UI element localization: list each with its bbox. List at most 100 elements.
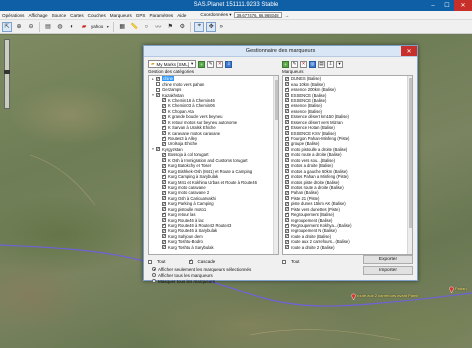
mark-label: eau 10km (Balise) — [291, 81, 325, 87]
mark-label: moto pistoulle a droite (Balise) — [291, 146, 348, 152]
maximize-button[interactable]: ☐ — [440, 0, 454, 11]
satellite-icon[interactable]: ◐ — [67, 22, 77, 32]
flag-icon[interactable]: ▰ — [79, 22, 89, 32]
coordinates-dropdown[interactable]: Coordonnées ▾ — [200, 12, 231, 18]
category-checkbox[interactable] — [156, 146, 160, 152]
coordinates-value[interactable]: 39.677476, 66.969348 — [233, 12, 282, 18]
edit-category-icon[interactable]: ✎ — [207, 60, 215, 68]
radio-hide-all[interactable]: Masquer tous les marqueurs — [144, 278, 314, 284]
globe-icon[interactable]: ◍ — [55, 22, 65, 32]
bookmark-icon[interactable]: ⚑ — [165, 22, 175, 32]
menu-source[interactable]: Source — [52, 13, 67, 18]
radio-button[interactable] — [152, 279, 156, 283]
map-marker-icon[interactable] — [351, 293, 356, 300]
tree-expander-icon[interactable]: ▾ — [151, 93, 155, 97]
menu-cartes[interactable]: Cartes — [70, 13, 84, 18]
category-file-combo[interactable]: ▰ My Marks [SML] ▾ — [148, 60, 197, 68]
menu-affichage[interactable]: Affichage — [28, 13, 47, 18]
category-label: K caravane motos caravane — [168, 130, 221, 136]
minimize-button[interactable]: – — [426, 0, 440, 11]
filter-icon[interactable]: ▾ — [336, 60, 343, 68]
menu-aide[interactable]: Aide — [177, 13, 186, 18]
category-label: chine — [162, 76, 175, 82]
delete-mark-icon[interactable]: ✕ — [300, 60, 307, 68]
dropdown-icon[interactable]: ▾ — [105, 22, 110, 32]
mark-label: Piste vers dunettes (Piste) — [291, 206, 340, 212]
mark-label: motos piste droite (Balise) — [291, 179, 340, 185]
categories-scrollbar[interactable] — [273, 76, 278, 254]
category-tree-item[interactable]: Kurg Toshtu à Sarybulak — [149, 244, 278, 250]
add-category-icon[interactable]: + — [198, 60, 206, 68]
zoom-in-icon[interactable]: ⊕ — [14, 22, 24, 32]
menu-operations[interactable]: Opérations — [2, 13, 24, 18]
window-title: SAS.Planet 151111.9233 Stable — [193, 2, 279, 8]
menu-marqueurs[interactable]: Marqueurs — [110, 13, 132, 18]
categories-tree[interactable]: ▸chinechine moto vers pahanGerzamps▾Kaza… — [148, 75, 279, 255]
map-source-label[interactable]: yahoo — [91, 24, 103, 29]
marks-all-checkbox[interactable] — [282, 259, 286, 264]
mark-label: Regroupement Kokhya...(Balise) — [291, 223, 352, 229]
grid-icon[interactable]: ▦ — [117, 22, 127, 32]
marks-footer: Tout — [282, 258, 300, 265]
cascade-checkbox[interactable] — [188, 258, 193, 264]
category-label: chine moto vers pahan — [162, 81, 205, 87]
category-label: Kurg Toshtu à Sarybulak — [168, 244, 214, 250]
folder-icon: ▰ — [151, 61, 155, 66]
layers-icon[interactable]: ▤ — [43, 22, 53, 32]
goto-mark-icon[interactable]: ◎ — [309, 60, 316, 68]
more-icon[interactable]: » — [218, 22, 224, 32]
categories-footer: Tout Cascade — [148, 258, 215, 265]
zoom-slider-knob[interactable] — [4, 70, 10, 74]
gps-track-icon[interactable]: ✥ — [206, 21, 217, 32]
menu-gps[interactable]: GPS — [136, 13, 146, 18]
mark-list-item[interactable]: route a droite 2 (Balise) — [283, 244, 412, 250]
mark-label: essence (Balise) — [291, 103, 322, 109]
category-label: Kurg Toshtu-Bodro — [168, 239, 203, 245]
export-button[interactable]: Exporter — [363, 255, 413, 264]
map-marker-icon[interactable] — [449, 286, 454, 293]
circle-icon[interactable]: ○ — [141, 22, 151, 32]
category-checkbox[interactable] — [162, 244, 166, 250]
category-checkbox[interactable] — [156, 76, 160, 82]
category-label: Urolsoja Ehiche — [168, 141, 198, 147]
go-to-icon[interactable]: → — [284, 12, 291, 19]
category-label: K Chopan Ata — [168, 108, 194, 114]
mark-label: essence (Balise) — [291, 108, 322, 114]
export-category-icon[interactable]: ⇩ — [225, 60, 233, 68]
dialog-close-button[interactable]: ✕ — [401, 46, 417, 56]
category-checkbox[interactable] — [156, 92, 160, 98]
menu-parametres[interactable]: Paramètres — [149, 13, 173, 18]
radio-button[interactable] — [152, 273, 156, 277]
display-mode-group: Afficher seulement les marqueurs sélecti… — [144, 266, 314, 284]
categories-all-checkbox[interactable] — [148, 259, 152, 264]
import-button[interactable]: Importer — [363, 266, 413, 275]
tree-expander-icon[interactable]: ▸ — [151, 77, 155, 81]
radio-button[interactable] — [152, 267, 156, 271]
mark-label: ESSENCE (Balise) — [291, 92, 327, 98]
pan-cursor-icon[interactable]: ⇱ — [2, 21, 12, 32]
delete-category-icon[interactable]: ✕ — [216, 60, 224, 68]
category-label: K grande boucle vers beyneu — [168, 114, 223, 120]
selection-icon[interactable]: ⌖ — [194, 21, 205, 32]
category-label: K Chemin16 à Chemin46 — [168, 97, 215, 103]
category-checkbox[interactable] — [162, 141, 166, 147]
export-mark-icon[interactable]: ⇩ — [327, 60, 334, 68]
zoom-out-icon[interactable]: ⊖ — [26, 22, 36, 32]
category-checkbox[interactable] — [156, 82, 160, 87]
marks-toolbar: + ✎ ✕ ◎ ▤ ⇩ ▾ — [282, 59, 343, 69]
edit-mark-icon[interactable]: ✎ — [291, 60, 298, 68]
tree-expander-icon[interactable]: ▾ — [151, 147, 155, 151]
ruler-icon[interactable]: 📏 — [129, 22, 139, 32]
close-button[interactable]: ✕ — [454, 0, 472, 11]
zoom-slider[interactable] — [4, 39, 10, 109]
properties-icon[interactable]: ▤ — [318, 60, 325, 68]
mark-label: Pahan (Balise) — [291, 190, 319, 196]
add-mark-icon[interactable]: + — [282, 60, 289, 68]
marks-list[interactable]: DUNES (Balise)eau 10km (Balise)essence 2… — [282, 75, 413, 255]
mark-checkbox[interactable] — [285, 244, 289, 250]
marks-scrollbar[interactable] — [407, 76, 412, 254]
settings-icon[interactable]: ⚙ — [177, 22, 187, 32]
menu-couches[interactable]: Couches — [88, 13, 106, 18]
menu-bar: Opérations Affichage Source Cartes Couch… — [0, 11, 472, 20]
path-icon[interactable]: 〰 — [153, 22, 163, 32]
